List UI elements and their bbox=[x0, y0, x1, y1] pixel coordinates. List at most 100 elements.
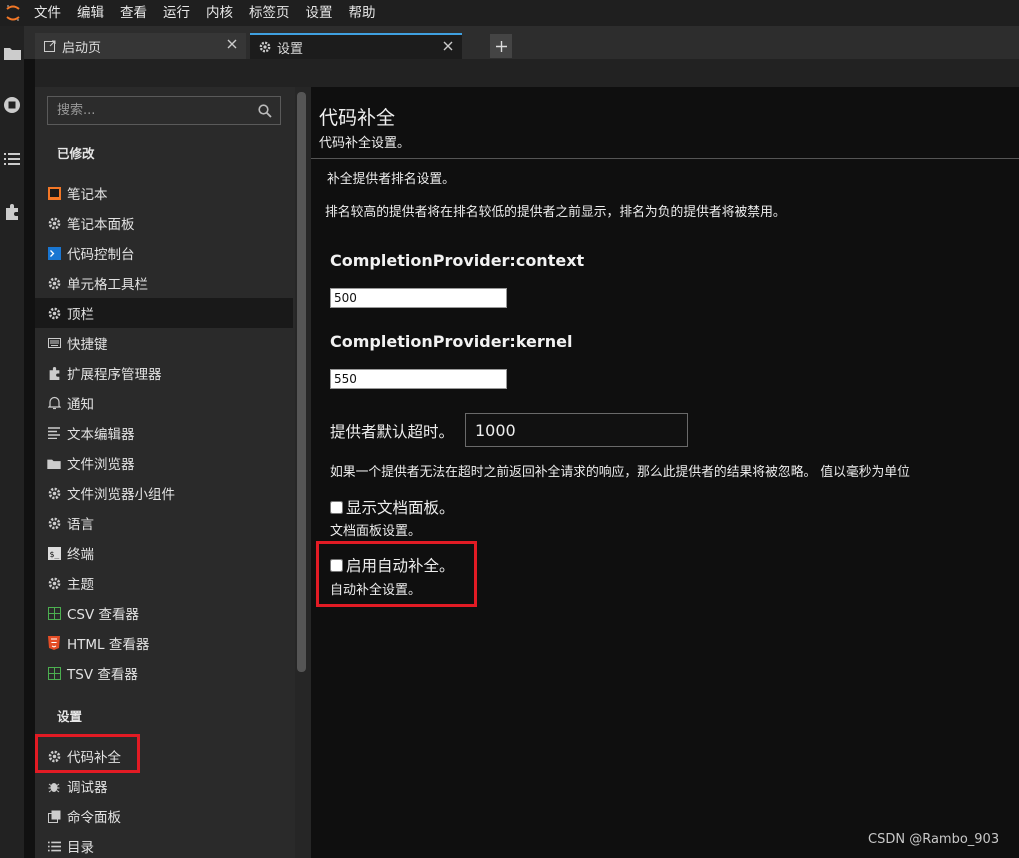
auto-complete-label: 启用自动补全。 bbox=[346, 557, 455, 575]
gear-icon bbox=[46, 215, 62, 231]
sidebar-item-notebook[interactable]: 笔记本 bbox=[35, 178, 293, 208]
sidebar-item-label: 文件浏览器小组件 bbox=[67, 487, 175, 503]
close-icon[interactable] bbox=[224, 36, 240, 52]
sidebar-item-command-palette[interactable]: 命令面板 bbox=[35, 801, 293, 831]
gear-icon bbox=[258, 40, 272, 54]
gear-icon bbox=[46, 748, 62, 764]
sidebar-item-label: 文件浏览器 bbox=[67, 457, 135, 473]
extension-puzzle-icon[interactable] bbox=[3, 203, 21, 221]
terminal-icon: $_ bbox=[46, 545, 62, 561]
tab-label: 设置 bbox=[277, 41, 304, 57]
sidebar-item-label: 主题 bbox=[67, 577, 94, 593]
running-icon[interactable] bbox=[3, 96, 21, 114]
sidebar-item-theme[interactable]: 主题 bbox=[35, 568, 293, 598]
sidebar-item-label: 命令面板 bbox=[67, 810, 121, 826]
sidebar-item-code-completion[interactable]: 代码补全 bbox=[35, 741, 293, 771]
sidebar-item-html-viewer[interactable]: HTML 查看器 bbox=[35, 628, 293, 658]
sidebar-item-file-browser[interactable]: 文件浏览器 bbox=[35, 448, 293, 478]
search-icon[interactable] bbox=[258, 103, 274, 119]
sidebar-item-label: 目录 bbox=[67, 840, 94, 856]
sidebar-item-label: TSV 查看器 bbox=[67, 667, 138, 683]
section-header-settings: 设置 bbox=[57, 709, 83, 724]
sidebar-item-top-bar[interactable]: 顶栏 bbox=[35, 298, 293, 328]
menu-view[interactable]: 查看 bbox=[112, 0, 155, 26]
sidebar-item-terminal[interactable]: $_ 终端 bbox=[35, 538, 293, 568]
sidebar-item-console[interactable]: 代码控制台 bbox=[35, 238, 293, 268]
provider-context-input[interactable] bbox=[330, 288, 507, 308]
sidebar-item-cell-toolbar[interactable]: 单元格工具栏 bbox=[35, 268, 293, 298]
notebook-icon bbox=[46, 185, 62, 201]
search-input[interactable] bbox=[48, 97, 254, 124]
show-doc-panel-sub: 文档面板设置。 bbox=[330, 524, 422, 539]
tab-bar: 启动页 设置 bbox=[24, 26, 1019, 59]
bug-icon bbox=[46, 778, 62, 794]
tab-launcher[interactable]: 启动页 bbox=[35, 33, 246, 59]
timeout-description: 如果一个提供者无法在超时之前返回补全请求的响应，那么此提供者的结果将被忽略。 值… bbox=[330, 465, 910, 480]
menu-settings[interactable]: 设置 bbox=[298, 0, 341, 26]
bell-icon bbox=[46, 395, 62, 411]
gear-icon bbox=[46, 305, 62, 321]
sidebar-item-file-browser-widget[interactable]: 文件浏览器小组件 bbox=[35, 478, 293, 508]
auto-complete-row: 启用自动补全。 bbox=[330, 554, 455, 576]
jupyter-logo-icon bbox=[0, 0, 26, 26]
search-box bbox=[47, 96, 281, 125]
palette-icon bbox=[46, 808, 62, 824]
sidebar-item-tsv-viewer[interactable]: TSV 查看器 bbox=[35, 658, 293, 688]
launcher-icon bbox=[43, 39, 57, 53]
sidebar-item-shortcuts[interactable]: 快捷键 bbox=[35, 328, 293, 358]
auto-complete-sub: 自动补全设置。 bbox=[330, 583, 422, 598]
menu-bar: 文件 编辑 查看 运行 内核 标签页 设置 帮助 bbox=[0, 0, 1019, 26]
menu-file[interactable]: 文件 bbox=[26, 0, 69, 26]
sidebar-item-extension-manager[interactable]: 扩展程序管理器 bbox=[35, 358, 293, 388]
sidebar-item-label: HTML 查看器 bbox=[67, 637, 150, 653]
settings-header: 代码补全 代码补全设置。 bbox=[311, 87, 1019, 159]
add-tab-button[interactable] bbox=[490, 34, 512, 58]
gear-icon bbox=[46, 485, 62, 501]
timeout-input[interactable] bbox=[465, 413, 688, 447]
menu-edit[interactable]: 编辑 bbox=[69, 0, 112, 26]
svg-text:$_: $_ bbox=[49, 550, 59, 559]
console-icon bbox=[46, 245, 62, 261]
sidebar-item-debugger[interactable]: 调试器 bbox=[35, 771, 293, 801]
menu-run[interactable]: 运行 bbox=[155, 0, 198, 26]
menu-help[interactable]: 帮助 bbox=[341, 0, 384, 26]
settings-editor: 代码补全 代码补全设置。 补全提供者排名设置。 排名较高的提供者将在排名较低的提… bbox=[311, 87, 1019, 858]
scrollbar-thumb[interactable] bbox=[297, 92, 306, 672]
menu-kernel[interactable]: 内核 bbox=[198, 0, 241, 26]
sidebar-item-label: 语言 bbox=[67, 517, 94, 533]
provider-kernel-label: CompletionProvider:kernel bbox=[330, 332, 573, 351]
keyboard-icon bbox=[46, 335, 62, 351]
ranking-title: 补全提供者排名设置。 bbox=[327, 172, 455, 187]
sidebar-item-label: 文本编辑器 bbox=[67, 427, 135, 443]
ranking-description: 排名较高的提供者将在排名较低的提供者之前显示，排名为负的提供者将被禁用。 bbox=[325, 205, 786, 220]
watermark-text: CSDN @Rambo_903 bbox=[868, 832, 1000, 847]
toc-list-icon[interactable] bbox=[3, 150, 21, 168]
provider-context-label: CompletionProvider:context bbox=[330, 251, 585, 270]
sidebar-item-csv-viewer[interactable]: CSV 查看器 bbox=[35, 598, 293, 628]
auto-complete-checkbox[interactable] bbox=[330, 558, 343, 572]
menu-tabs[interactable]: 标签页 bbox=[241, 0, 298, 26]
sidebar-item-label: 笔记本 bbox=[67, 187, 108, 203]
close-icon[interactable] bbox=[440, 38, 456, 54]
sidebar-item-label: 代码补全 bbox=[67, 750, 121, 766]
sidebar-item-label: 扩展程序管理器 bbox=[67, 367, 162, 383]
tab-settings[interactable]: 设置 bbox=[250, 33, 462, 59]
activity-bar bbox=[0, 26, 24, 858]
list-icon bbox=[46, 838, 62, 854]
text-editor-icon bbox=[46, 425, 62, 441]
gear-icon bbox=[46, 515, 62, 531]
folder-icon[interactable] bbox=[3, 44, 21, 62]
show-doc-panel-row: 显示文档面板。 bbox=[330, 496, 455, 518]
sidebar-item-text-editor[interactable]: 文本编辑器 bbox=[35, 418, 293, 448]
gear-icon bbox=[46, 275, 62, 291]
sidebar-item-toc[interactable]: 目录 bbox=[35, 831, 293, 858]
show-doc-panel-checkbox[interactable] bbox=[330, 500, 343, 514]
timeout-label: 提供者默认超时。 bbox=[330, 423, 455, 441]
sidebar-item-notifications[interactable]: 通知 bbox=[35, 388, 293, 418]
tsv-grid-icon bbox=[46, 665, 62, 681]
provider-kernel-input[interactable] bbox=[330, 369, 507, 389]
tab-label: 启动页 bbox=[62, 40, 102, 56]
sidebar-item-notebook-panel[interactable]: 笔记本面板 bbox=[35, 208, 293, 238]
toolbar-strip bbox=[35, 59, 1019, 87]
sidebar-item-language[interactable]: 语言 bbox=[35, 508, 293, 538]
